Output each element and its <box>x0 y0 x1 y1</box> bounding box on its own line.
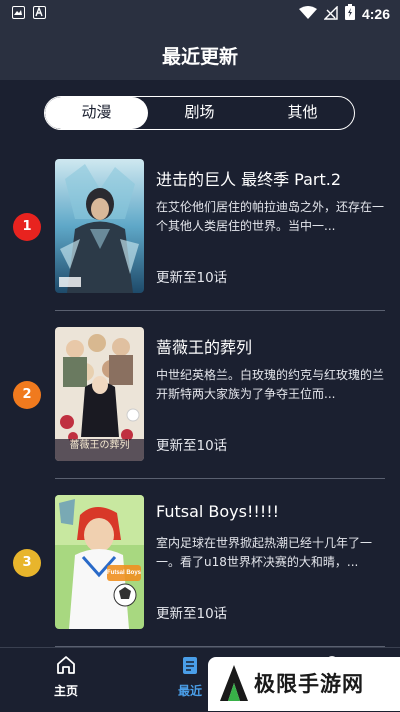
rank-badge: 2 <box>13 381 41 409</box>
font-notification-icon <box>33 6 46 19</box>
list-item[interactable]: 1 进击的巨人 最终季 Part.2 在艾伦他们居住的帕拉迪岛之外，还存在一个其… <box>0 150 400 318</box>
tab-anime[interactable]: 动漫 <box>45 97 148 129</box>
list-icon <box>183 657 197 674</box>
app-header: 最近更新 <box>0 28 400 80</box>
battery-icon <box>344 4 355 24</box>
wifi-icon <box>298 5 317 24</box>
watermark: 极限手游网 <box>208 657 400 711</box>
image-notification-icon <box>12 6 25 19</box>
watermark-logo-icon <box>220 665 248 701</box>
anime-description: 室内足球在世界掀起热潮已经十几年了一一。看了u18世界杯决赛的大和晴，... <box>156 536 373 569</box>
clock: 4:26 <box>361 6 390 22</box>
cover-image[interactable] <box>55 159 144 293</box>
rank-badge: 3 <box>13 549 41 577</box>
anime-title[interactable]: 蔷薇王的葬列 <box>156 334 388 358</box>
page-title: 最近更新 <box>161 46 238 68</box>
divider <box>55 478 385 479</box>
anime-description: 中世纪英格兰。白玫瑰的约克与红玫瑰的兰开斯特两大家族为了争夺王位而... <box>156 368 385 401</box>
tab-other[interactable]: 其他 <box>251 97 354 129</box>
status-bar: 4:26 <box>0 0 400 28</box>
anime-description: 在艾伦他们居住的帕拉迪岛之外，还存在一个其他人类居住的世界。当中一... <box>156 200 385 233</box>
nav-home-label: 主页 <box>53 684 78 698</box>
category-tabs: 动漫 剧场 其他 <box>44 96 355 130</box>
divider <box>55 310 385 311</box>
home-icon <box>57 656 75 674</box>
cover-image[interactable]: 薔薇王の葬列 <box>55 327 144 461</box>
cover-title-text: Futsal Boys <box>106 570 141 576</box>
anime-title[interactable]: 进击的巨人 最终季 Part.2 <box>156 166 388 190</box>
cover-title-text: 薔薇王の葬列 <box>69 440 130 451</box>
rank-badge: 1 <box>13 213 41 241</box>
update-status: 更新至10话 <box>156 606 228 622</box>
signal-icon <box>323 4 338 24</box>
nav-home[interactable]: 主页 <box>26 654 106 699</box>
list-item[interactable]: 3 Futsal Boys Futsal Boys!!!!! 室内足球在世界掀起… <box>0 486 400 654</box>
update-status: 更新至10话 <box>156 438 228 454</box>
tab-theater[interactable]: 剧场 <box>148 97 251 129</box>
anime-title[interactable]: Futsal Boys!!!!! <box>156 502 388 521</box>
watermark-text: 极限手游网 <box>254 671 364 696</box>
update-status: 更新至10话 <box>156 270 228 286</box>
list-item[interactable]: 2 薔薇王の葬列 蔷薇王的葬列 中世纪英格兰。白玫瑰的约克与红玫瑰的兰开斯特两大… <box>0 318 400 486</box>
cover-image[interactable]: Futsal Boys <box>55 495 144 629</box>
